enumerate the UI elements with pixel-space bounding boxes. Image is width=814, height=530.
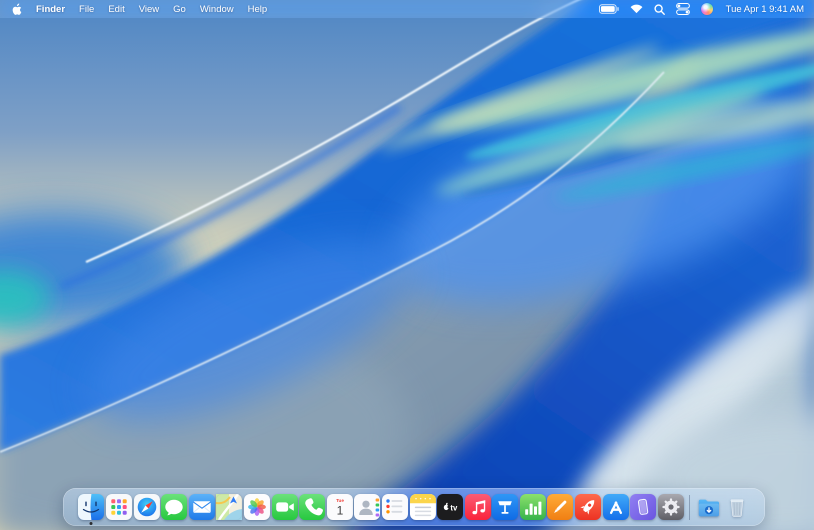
wifi-icon[interactable]: [625, 4, 649, 14]
control-center-icon[interactable]: [671, 3, 696, 15]
app-menu-finder[interactable]: Finder: [29, 4, 72, 15]
menu-bar-status: Tue Apr 1 9:41 AM: [594, 3, 806, 15]
dock-app-trash[interactable]: [724, 494, 750, 520]
menu-window[interactable]: Window: [193, 4, 241, 15]
search-icon[interactable]: [649, 4, 671, 15]
svg-text:Tue: Tue: [336, 498, 344, 503]
dock-app-facetime[interactable]: [272, 494, 298, 520]
menu-view[interactable]: View: [132, 4, 166, 15]
dock-app-messages[interactable]: [161, 494, 187, 520]
desktop-wallpaper: [0, 0, 814, 530]
dock-app-maps[interactable]: [216, 494, 242, 520]
menu-go[interactable]: Go: [166, 4, 193, 15]
menu-edit[interactable]: Edit: [101, 4, 131, 15]
svg-text:1: 1: [336, 504, 343, 518]
dock-app-numbers[interactable]: [520, 494, 546, 520]
dock-app-app-store[interactable]: [603, 494, 629, 520]
dock-app-reminders[interactable]: [382, 494, 408, 520]
menu-bar: Finder FileEditViewGoWindowHelp: [0, 0, 814, 18]
dock-app-music[interactable]: [465, 494, 491, 520]
dock-divider: [689, 495, 690, 520]
menu-file[interactable]: File: [72, 4, 101, 15]
menu-list: FileEditViewGoWindowHelp: [72, 4, 274, 15]
dock-app-contacts[interactable]: [354, 494, 380, 520]
desktop: Finder FileEditViewGoWindowHelp: [0, 0, 814, 530]
dock-app-calendar[interactable]: Tue1: [327, 494, 353, 520]
dock-app-pages[interactable]: [547, 494, 573, 520]
dock-app-phone[interactable]: [299, 494, 325, 520]
dock-app-photos[interactable]: [244, 494, 270, 520]
dock-app-tv[interactable]: tv: [437, 494, 463, 520]
apple-logo-icon[interactable]: [8, 3, 29, 16]
dock-app-keynote[interactable]: [492, 494, 518, 520]
menu-bar-left: Finder FileEditViewGoWindowHelp: [8, 3, 274, 16]
dock-app-notes[interactable]: [410, 494, 436, 520]
menu-bar-clock[interactable]: Tue Apr 1 9:41 AM: [719, 4, 806, 15]
dock-app-iphone-mirroring[interactable]: [630, 494, 656, 520]
battery-icon[interactable]: [594, 4, 625, 14]
running-indicator: [90, 522, 93, 525]
siri-icon[interactable]: [696, 3, 719, 15]
menu-help[interactable]: Help: [241, 4, 275, 15]
dock: Tue1 tv: [63, 488, 765, 526]
dock-app-downloads[interactable]: [696, 494, 722, 520]
dock-app-mail[interactable]: [189, 494, 215, 520]
svg-text:tv: tv: [450, 504, 458, 513]
dock-app-games[interactable]: [575, 494, 601, 520]
dock-app-finder[interactable]: [78, 494, 104, 520]
dock-app-safari[interactable]: [134, 494, 160, 520]
dock-app-system-settings[interactable]: [658, 494, 684, 520]
dock-app-launchpad[interactable]: [106, 494, 132, 520]
